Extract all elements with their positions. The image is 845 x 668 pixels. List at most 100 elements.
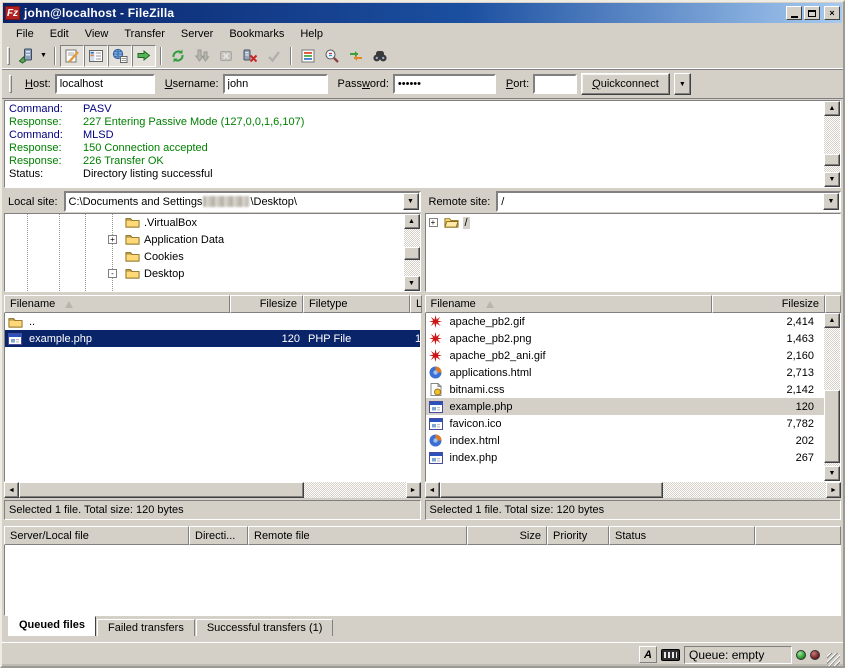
toggle-local-tree-button[interactable] — [84, 45, 108, 67]
local-site-combobox[interactable]: C:\Documents and Settings\Desktop\ ▼ — [64, 191, 421, 212]
synchronized-browsing-button[interactable] — [344, 45, 368, 67]
remote-list-scrollbar[interactable]: ▲ ▼ — [824, 313, 840, 481]
scroll-track[interactable] — [404, 229, 420, 276]
scroll-down-button[interactable]: ▼ — [404, 276, 420, 291]
file-row[interactable]: index.html 202 — [426, 432, 825, 449]
column-header-lastmodified[interactable]: L — [410, 295, 422, 313]
column-header-status[interactable]: Status — [609, 526, 755, 545]
tab-failed-transfers[interactable]: Failed transfers — [97, 619, 195, 636]
log-vertical-scrollbar[interactable]: ▲ ▼ — [824, 101, 840, 187]
scroll-up-button[interactable]: ▲ — [824, 313, 840, 328]
file-row-example-php[interactable]: example.php 120 PHP File 1 — [5, 330, 420, 347]
menu-file[interactable]: File — [8, 26, 42, 42]
column-header-priority[interactable]: Priority — [547, 526, 609, 545]
minimize-button[interactable] — [786, 6, 802, 20]
username-input[interactable] — [223, 74, 328, 94]
scroll-right-button[interactable]: ► — [406, 482, 421, 498]
title-bar[interactable]: Fz john@localhost - FileZilla × — [3, 3, 842, 23]
scroll-left-button[interactable]: ◄ — [425, 482, 440, 498]
resize-grip[interactable] — [827, 653, 840, 666]
file-row[interactable]: bitnami.css 2,142 — [426, 381, 825, 398]
close-button[interactable]: × — [824, 6, 840, 20]
menu-transfer[interactable]: Transfer — [116, 26, 173, 42]
scroll-thumb[interactable] — [19, 482, 304, 498]
local-tree-body[interactable]: .VirtualBox + Application Data Cookies - — [5, 214, 404, 291]
tree-item-application-data[interactable]: + Application Data — [5, 231, 404, 248]
scroll-track[interactable] — [440, 482, 827, 498]
menu-view[interactable]: View — [77, 26, 117, 42]
disconnect-button[interactable] — [238, 45, 262, 67]
scroll-up-button[interactable]: ▲ — [404, 214, 420, 229]
menu-server[interactable]: Server — [173, 26, 221, 42]
port-input[interactable] — [533, 74, 577, 94]
column-header-filename[interactable]: Filename — [4, 295, 230, 313]
quickconnect-dropdown[interactable]: ▼ — [674, 73, 691, 95]
scroll-thumb[interactable] — [824, 154, 840, 166]
scroll-up-button[interactable]: ▲ — [824, 101, 840, 116]
scroll-right-button[interactable]: ► — [826, 482, 841, 498]
reconnect-button[interactable] — [262, 45, 286, 67]
file-search-button[interactable] — [368, 45, 392, 67]
scroll-down-button[interactable]: ▼ — [824, 172, 840, 187]
toggle-remote-tree-button[interactable] — [108, 45, 132, 67]
column-header-remote-file[interactable]: Remote file — [248, 526, 467, 545]
tree-item-root[interactable]: + / — [426, 214, 841, 231]
quickbar-grip[interactable] — [9, 75, 12, 93]
column-header-filename[interactable]: Filename — [425, 295, 712, 313]
tree-item-desktop[interactable]: - Desktop — [5, 265, 404, 282]
scroll-track[interactable] — [824, 328, 840, 466]
maximize-button[interactable] — [804, 6, 820, 20]
column-header-filetype[interactable]: Filetype — [303, 295, 410, 313]
scroll-left-button[interactable]: ◄ — [4, 482, 19, 498]
remote-horizontal-scrollbar[interactable]: ◄ ► — [425, 482, 842, 498]
remote-site-dropdown[interactable]: ▼ — [823, 193, 839, 210]
file-row[interactable]: apache_pb2.gif 2,414 — [426, 313, 825, 330]
scroll-thumb[interactable] — [404, 247, 420, 260]
toggle-transfer-queue-button[interactable] — [132, 45, 156, 67]
tab-queued-files[interactable]: Queued files — [8, 616, 96, 636]
column-header-server-local-file[interactable]: Server/Local file — [4, 526, 189, 545]
scroll-thumb[interactable] — [440, 482, 663, 498]
tab-successful-transfers[interactable]: Successful transfers (1) — [196, 619, 334, 636]
file-row-parent-dir[interactable]: .. — [5, 313, 420, 330]
password-input[interactable] — [393, 74, 496, 94]
site-manager-button[interactable] — [13, 45, 37, 67]
queue-list[interactable] — [4, 545, 841, 616]
file-row[interactable]: apache_pb2_ani.gif 2,160 — [426, 347, 825, 364]
speed-limit-icon[interactable] — [661, 649, 680, 661]
expand-icon[interactable]: + — [108, 235, 117, 244]
directory-comparison-button[interactable] — [320, 45, 344, 67]
collapse-icon[interactable]: - — [108, 269, 117, 278]
menu-edit[interactable]: Edit — [42, 26, 77, 42]
tree-item-cookies[interactable]: Cookies — [5, 248, 404, 265]
toolbar-grip[interactable] — [7, 47, 10, 65]
file-row[interactable]: index.php 267 — [426, 449, 825, 466]
remote-tree-body[interactable]: + / — [426, 214, 841, 291]
tree-item-virtualbox[interactable]: .VirtualBox — [5, 214, 404, 231]
file-row[interactable]: favicon.ico 7,782 — [426, 415, 825, 432]
refresh-button[interactable] — [166, 45, 190, 67]
host-input[interactable] — [55, 74, 155, 94]
site-manager-dropdown[interactable]: ▼ — [37, 45, 50, 67]
remote-site-combobox[interactable]: / ▼ — [496, 191, 841, 212]
column-header-direction[interactable]: Directi... — [189, 526, 248, 545]
column-header-size[interactable]: Size — [467, 526, 547, 545]
filezilla-app-icon[interactable]: Fz — [5, 6, 20, 20]
column-header-filesize[interactable]: Filesize — [712, 295, 826, 313]
scroll-thumb[interactable] — [824, 390, 840, 463]
file-row[interactable]: applications.html 2,713 — [426, 364, 825, 381]
scroll-track[interactable] — [19, 482, 406, 498]
quickconnect-button[interactable]: Quickconnect — [581, 73, 670, 95]
ascii-data-type-icon[interactable]: A — [639, 646, 657, 663]
file-row-selected[interactable]: example.php 120 — [426, 398, 825, 415]
expand-icon[interactable]: + — [429, 218, 438, 227]
toggle-message-log-button[interactable] — [60, 45, 84, 67]
menu-help[interactable]: Help — [292, 26, 331, 42]
scroll-down-button[interactable]: ▼ — [824, 466, 840, 481]
scroll-track[interactable] — [824, 116, 840, 172]
local-file-rows[interactable]: .. example.php 120 PHP File 1 — [5, 313, 420, 481]
remote-file-rows[interactable]: apache_pb2.gif 2,414 apache_pb2.png 1,46… — [426, 313, 825, 481]
process-queue-button[interactable] — [190, 45, 214, 67]
cancel-operation-button[interactable] — [214, 45, 238, 67]
menu-bookmarks[interactable]: Bookmarks — [221, 26, 292, 42]
